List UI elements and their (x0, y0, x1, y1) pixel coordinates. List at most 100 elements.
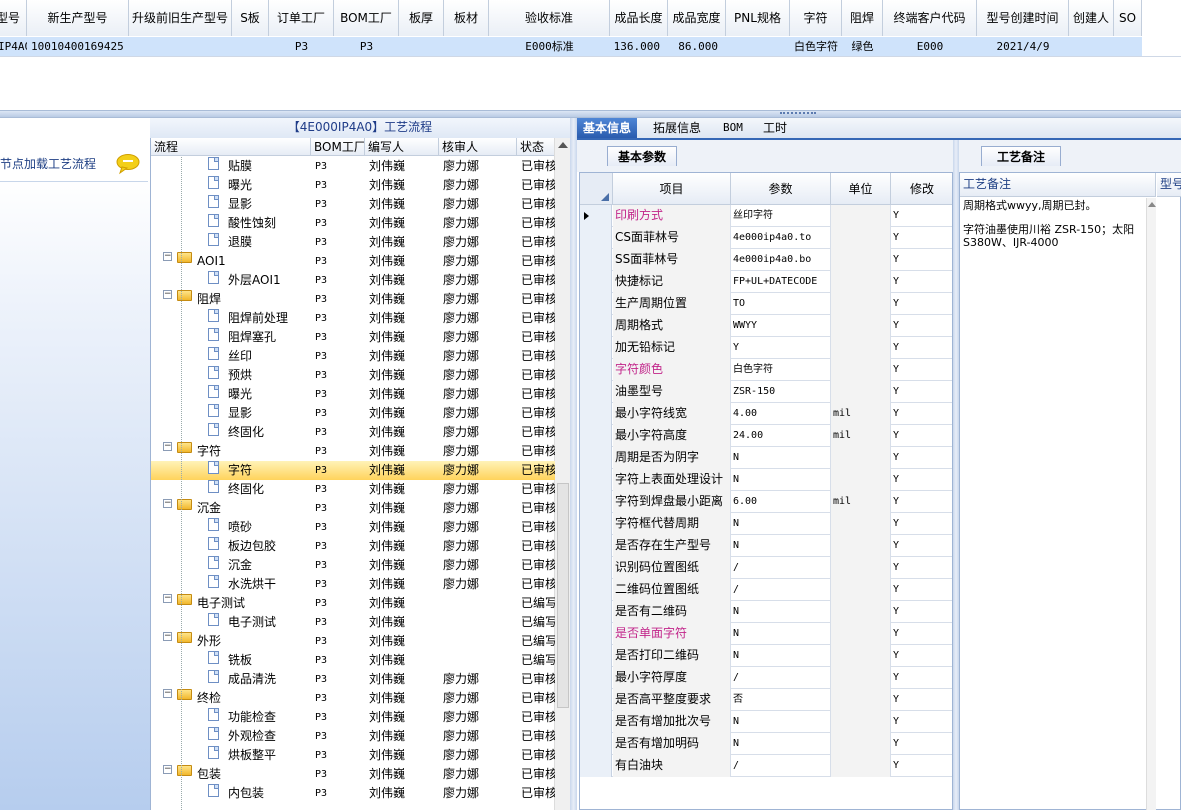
grid-cell-1[interactable]: IP4A0 (0, 37, 27, 56)
param-value[interactable]: / (731, 557, 831, 579)
tree-row[interactable]: 功能检查 P3 刘伟巍 廖力娜 已审核 (151, 708, 555, 727)
param-value[interactable]: N (731, 513, 831, 535)
param-value[interactable]: / (731, 579, 831, 601)
param-edit-flag[interactable]: Y (891, 535, 952, 557)
vertical-splitter[interactable] (570, 118, 577, 810)
tree-row[interactable]: − 电子测试 P3 刘伟巍 已编写 (151, 594, 555, 613)
param-value[interactable]: 丝印字符 (731, 205, 831, 227)
process-tree[interactable]: 流程 BOM工厂 编写人 核审人 状态 贴膜 P3 刘伟巍 廖力娜 已审核 曝光 P3 刘伟巍… (150, 138, 570, 810)
grid-header-11[interactable]: 成品宽度 (668, 0, 726, 36)
param-value[interactable]: WWYY (731, 315, 831, 337)
grid-cell-10[interactable]: 136.000 (610, 37, 668, 56)
scroll-up-arrow-icon[interactable] (558, 142, 568, 148)
tree-row[interactable]: 终固化 P3 刘伟巍 廖力娜 已审核 (151, 423, 555, 442)
param-edit-flag[interactable]: Y (891, 315, 952, 337)
param-value[interactable]: Y (731, 337, 831, 359)
param-value[interactable]: / (731, 667, 831, 689)
tree-row[interactable]: − 终检 P3 刘伟巍 廖力娜 已审核 (151, 689, 555, 708)
param-row[interactable]: 二维码位置图纸 / Y (580, 579, 952, 601)
tree-row[interactable]: 字符 P3 刘伟巍 廖力娜 已审核 (151, 461, 555, 480)
grid-header-1[interactable]: 型号 (0, 0, 27, 36)
tab-bom[interactable]: BOM (717, 118, 749, 138)
load-process-header[interactable]: 节点加载工艺流程 (0, 148, 148, 182)
param-row[interactable]: 周期是否为阴字 N Y (580, 447, 952, 469)
grid-header-15[interactable]: 终端客户代码 (883, 0, 977, 36)
col-header-process[interactable]: 流程 (151, 138, 311, 156)
param-row[interactable]: 是否存在生产型号 N Y (580, 535, 952, 557)
param-edit-flag[interactable]: Y (891, 645, 952, 667)
grid-header-7[interactable]: 板厚 (399, 0, 444, 36)
remarks-col-header[interactable]: 工艺备注 (960, 173, 1156, 197)
grid-cell-3[interactable] (129, 37, 232, 56)
grid-cell-8[interactable] (444, 37, 489, 56)
param-edit-flag[interactable]: Y (891, 557, 952, 579)
tree-row[interactable]: 烘板整平 P3 刘伟巍 廖力娜 已审核 (151, 746, 555, 765)
param-row[interactable]: 字符上表面处理设计 N Y (580, 469, 952, 491)
param-row[interactable]: 识别码位置图纸 / Y (580, 557, 952, 579)
tree-row[interactable]: 外层AOI1 P3 刘伟巍 廖力娜 已审核 (151, 271, 555, 290)
grid-header-13[interactable]: 字符 (790, 0, 842, 36)
collapse-toggle-icon[interactable]: − (163, 499, 172, 508)
grid-header-5[interactable]: 订单工厂 (269, 0, 334, 36)
tree-row[interactable]: − 字符 P3 刘伟巍 廖力娜 已审核 (151, 442, 555, 461)
tab-process-remarks[interactable]: 工艺备注 (981, 146, 1061, 166)
grid-cell-6[interactable]: P3 (334, 37, 399, 56)
grid-header-3[interactable]: 升级前旧生产型号 (129, 0, 232, 36)
param-row[interactable]: 生产周期位置 TO Y (580, 293, 952, 315)
grid-header-12[interactable]: PNL规格 (726, 0, 790, 36)
param-value[interactable]: ZSR-150 (731, 381, 831, 403)
param-row[interactable]: 油墨型号 ZSR-150 Y (580, 381, 952, 403)
param-value[interactable]: / (731, 755, 831, 777)
remarks-text-2[interactable]: 字符油墨使用川裕 ZSR-150；太阳S380W、IJR-4000 (963, 223, 1145, 249)
tree-row[interactable]: 铣板 P3 刘伟巍 已编写 (151, 651, 555, 670)
collapse-toggle-icon[interactable]: − (163, 765, 172, 774)
grid-cell-4[interactable] (232, 37, 269, 56)
param-edit-flag[interactable]: Y (891, 667, 952, 689)
param-row[interactable]: 是否高平整度要求否 Y (580, 689, 952, 711)
param-row[interactable]: 是否有增加明码 N Y (580, 733, 952, 755)
basic-params-grid[interactable]: 项目 参数 单位 修改 印刷方式 丝印字符 Y CS面菲林号 4e000ip4a0.to… (579, 172, 953, 810)
param-edit-flag[interactable]: Y (891, 711, 952, 733)
tree-row[interactable]: 电子测试 P3 刘伟巍 已编写 (151, 613, 555, 632)
param-edit-flag[interactable]: Y (891, 359, 952, 381)
grid-header-16[interactable]: 型号创建时间 (977, 0, 1069, 36)
param-value[interactable]: N (731, 601, 831, 623)
tree-row[interactable]: 内包装 P3 刘伟巍 廖力娜 已审核 (151, 784, 555, 803)
param-row[interactable]: 是否单面字符 N Y (580, 623, 952, 645)
collapse-toggle-icon[interactable]: − (163, 594, 172, 603)
tree-row[interactable]: − 外形 P3 刘伟巍 已编写 (151, 632, 555, 651)
grid-cell-11[interactable]: 86.000 (668, 37, 726, 56)
tree-row[interactable]: 成品清洗 P3 刘伟巍 廖力娜 已审核 (151, 670, 555, 689)
param-edit-flag[interactable]: Y (891, 447, 952, 469)
tree-row[interactable]: 喷砂 P3 刘伟巍 廖力娜 已审核 (151, 518, 555, 537)
param-edit-flag[interactable]: Y (891, 755, 952, 777)
param-edit-flag[interactable]: Y (891, 205, 952, 227)
tree-row[interactable]: 曝光 P3 刘伟巍 廖力娜 已审核 (151, 176, 555, 195)
param-row[interactable]: 是否有增加批次号 N Y (580, 711, 952, 733)
grid-header-4[interactable]: S板 (232, 0, 269, 36)
tree-row[interactable]: 酸性蚀刻 P3 刘伟巍 廖力娜 已审核 (151, 214, 555, 233)
param-row[interactable]: 周期格式 WWYY Y (580, 315, 952, 337)
collapse-toggle-icon[interactable]: − (163, 442, 172, 451)
tree-row[interactable]: − 沉金 P3 刘伟巍 廖力娜 已审核 (151, 499, 555, 518)
grid-header-2[interactable]: 新生产型号 (27, 0, 129, 36)
tree-row[interactable]: 显影 P3 刘伟巍 廖力娜 已审核 (151, 404, 555, 423)
param-row[interactable]: SS面菲林号 4e000ip4a0.bo Y (580, 249, 952, 271)
param-edit-flag[interactable]: Y (891, 293, 952, 315)
param-edit-flag[interactable]: Y (891, 337, 952, 359)
param-value[interactable]: 6.00 (731, 491, 831, 513)
grid-cell-5[interactable]: P3 (269, 37, 334, 56)
grid-header-17[interactable]: 创建人 (1069, 0, 1114, 36)
grid-cell-2[interactable]: 10010400169425 (27, 37, 129, 56)
grid-cell-17[interactable] (1069, 37, 1114, 56)
remarks-text-1[interactable]: 周期格式wwyy,周期已封。 (963, 199, 1145, 212)
param-row[interactable]: 印刷方式 丝印字符 Y (580, 205, 952, 227)
remarks-scrollbar[interactable] (1146, 198, 1156, 810)
col-header-reviewer[interactable]: 核审人 (439, 138, 517, 156)
param-row[interactable]: 字符框代替周期 N Y (580, 513, 952, 535)
tree-row[interactable]: 退膜 P3 刘伟巍 廖力娜 已审核 (151, 233, 555, 252)
param-value[interactable]: 白色字符 (731, 359, 831, 381)
scroll-thumb[interactable] (557, 483, 569, 708)
tree-row[interactable]: − AOI1 P3 刘伟巍 廖力娜 已审核 (151, 252, 555, 271)
tab-extended-info[interactable]: 拓展信息 (647, 118, 707, 138)
